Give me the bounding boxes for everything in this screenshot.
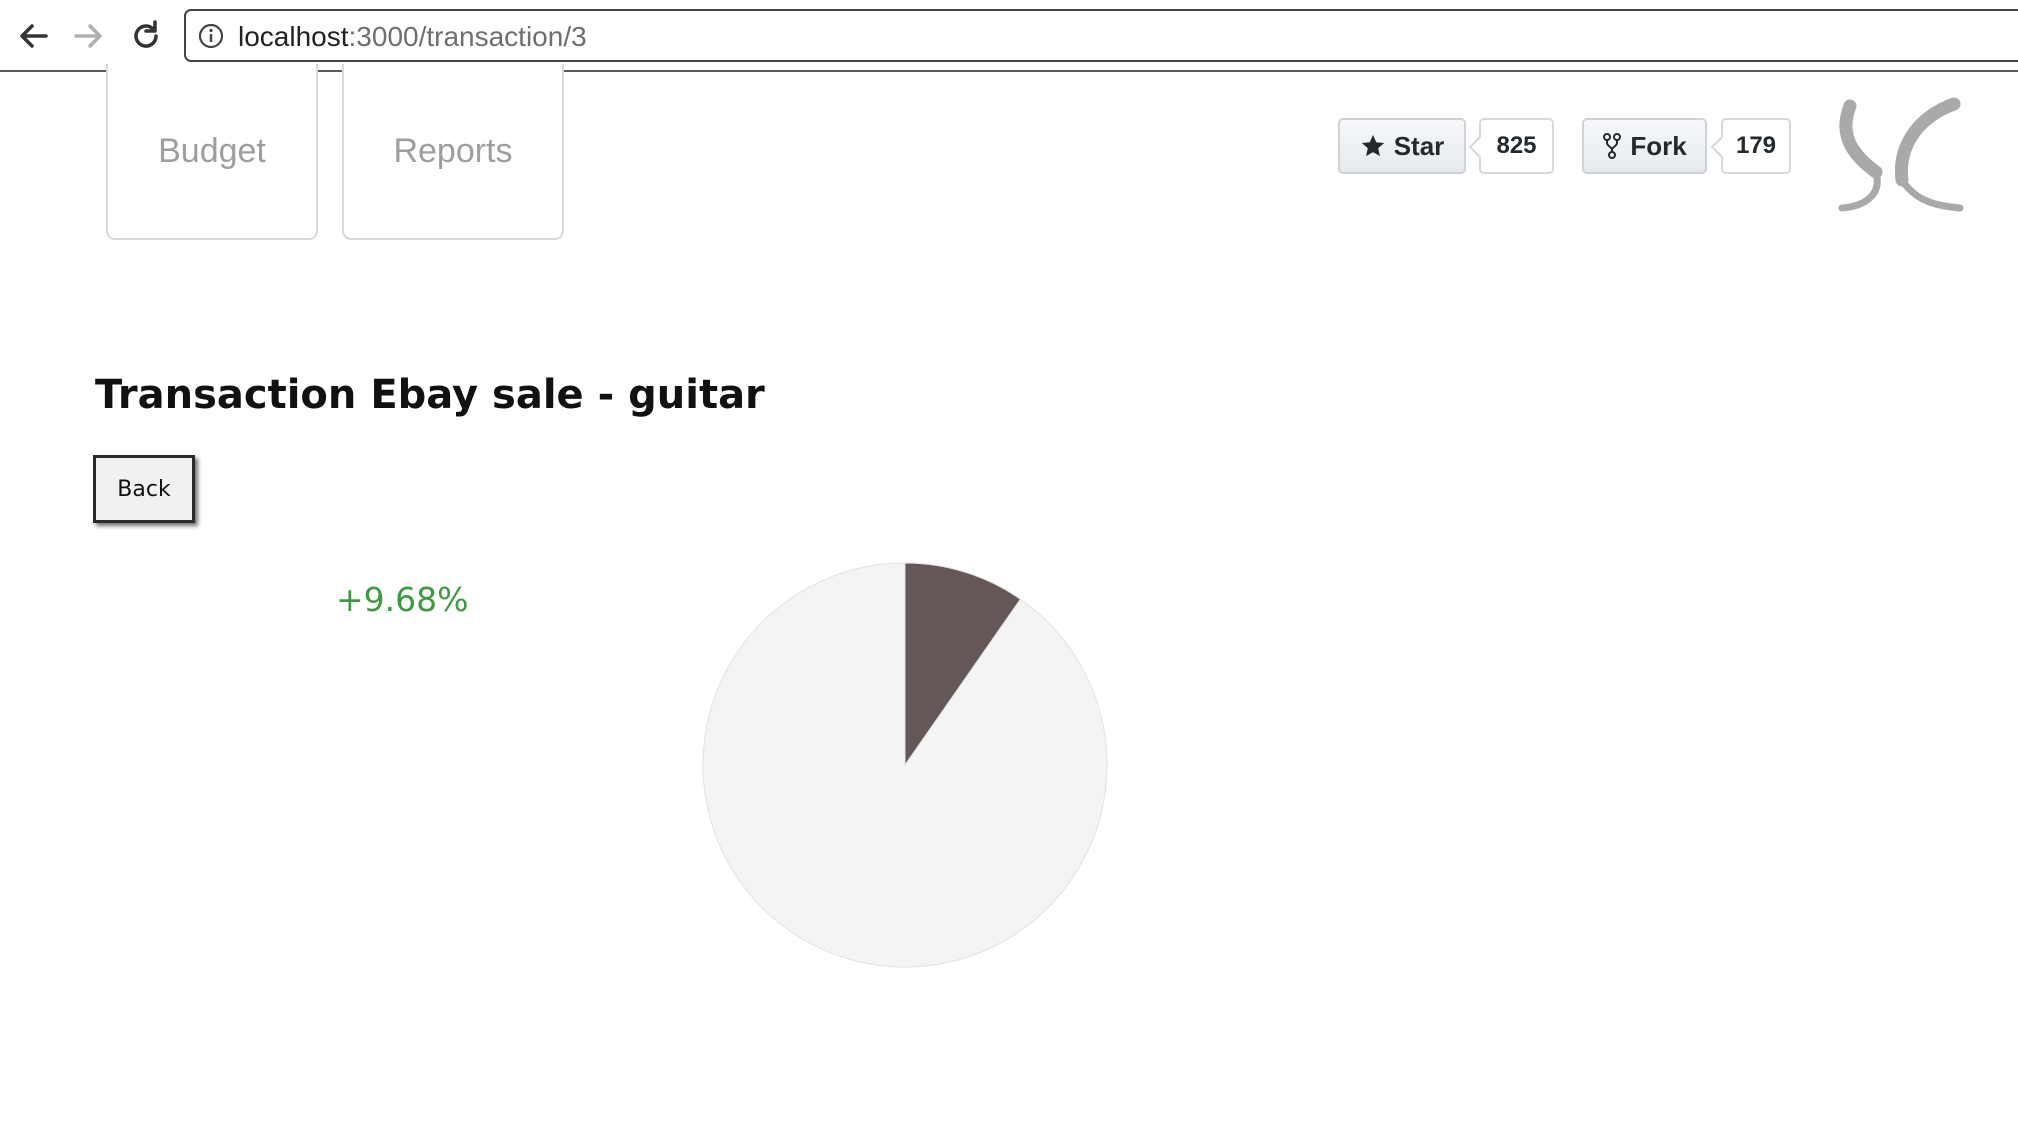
star-count[interactable]: 825 — [1479, 118, 1554, 174]
reload-icon[interactable] — [126, 16, 166, 56]
pie-slice-1 — [702, 562, 1108, 968]
info-icon[interactable] — [198, 23, 224, 49]
app-logo-icon — [1838, 97, 1964, 212]
nav-card-budget[interactable]: Budget — [106, 64, 318, 240]
page-title: Transaction Ebay sale - guitar — [95, 372, 765, 418]
pie-chart — [702, 562, 1108, 968]
address-bar[interactable]: localhost:3000/transaction/3 — [184, 9, 2018, 62]
browser-toolbar: localhost:3000/transaction/3 — [0, 0, 2018, 72]
back-button[interactable]: Back — [93, 455, 195, 523]
url-text: localhost:3000/transaction/3 — [238, 21, 587, 53]
github-fork-button[interactable]: Fork — [1582, 118, 1707, 174]
star-icon — [1361, 134, 1384, 157]
fork-label: Fork — [1630, 130, 1687, 161]
fork-count[interactable]: 179 — [1721, 118, 1791, 174]
percent-change: +9.68% — [336, 580, 469, 619]
forward-arrow-icon[interactable] — [68, 16, 108, 56]
star-label: Star — [1393, 130, 1445, 161]
nav-card-reports[interactable]: Reports — [342, 64, 564, 240]
url-host: localhost — [238, 21, 349, 52]
fork-icon — [1603, 133, 1622, 159]
url-path: :3000/transaction/3 — [348, 21, 587, 52]
back-arrow-icon[interactable] — [14, 16, 54, 56]
github-star-button[interactable]: Star — [1338, 118, 1466, 174]
